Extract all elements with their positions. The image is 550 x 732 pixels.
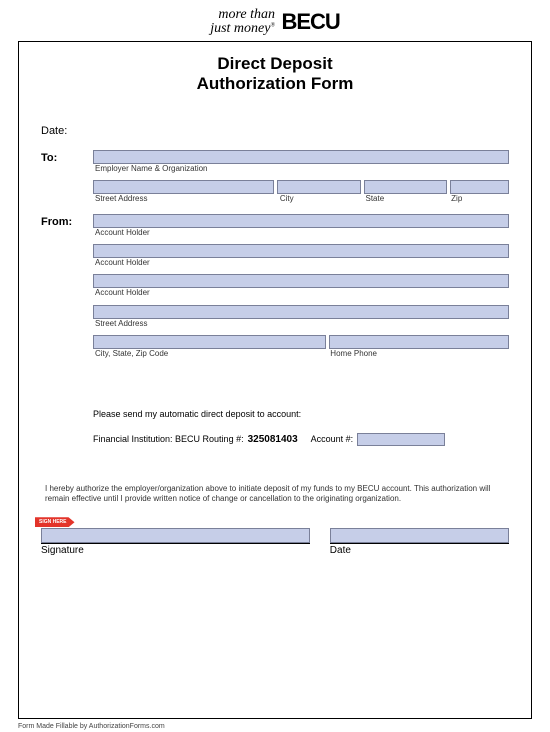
sig-date-input[interactable]: [330, 528, 509, 543]
tagline: more than just money®: [210, 8, 275, 36]
account-number-input[interactable]: [357, 433, 445, 446]
to-state-input[interactable]: [364, 180, 447, 194]
to-row: To: Employer Name & Organization Street …: [41, 150, 509, 211]
to-state-sublabel: State: [366, 194, 449, 204]
becu-logo: BECU: [281, 9, 339, 35]
title-line1: Direct Deposit: [41, 54, 509, 74]
signature-label: Signature: [41, 543, 310, 556]
account-holder-2-sublabel: Account Holder: [93, 258, 509, 268]
tagline-line1: more than: [218, 7, 275, 22]
account-holder-3-sublabel: Account Holder: [93, 288, 509, 298]
from-label: From:: [41, 214, 93, 228]
sign-here-tag-wrap: SIGN HERE: [41, 510, 509, 528]
to-zip-sublabel: Zip: [451, 194, 509, 204]
from-phone-input[interactable]: [329, 335, 509, 349]
account-holder-2-input[interactable]: [93, 244, 509, 258]
date-label: Date:: [41, 123, 93, 137]
to-street-sublabel: Street Address: [95, 194, 277, 204]
routing-number: 325081403: [248, 434, 298, 445]
authorization-text: I hereby authorize the employer/organiza…: [45, 484, 505, 505]
account-holder-3-input[interactable]: [93, 274, 509, 288]
fin-prefix: Financial Institution: BECU Routing #:: [93, 434, 244, 444]
from-row: From: Account Holder Account Holder Acco…: [41, 214, 509, 366]
account-holder-1-input[interactable]: [93, 214, 509, 228]
signature-input[interactable]: [41, 528, 310, 543]
date-row: Date:: [41, 123, 509, 137]
form-container: Direct Deposit Authorization Form Date: …: [18, 41, 532, 719]
account-label: Account #:: [311, 434, 354, 444]
to-city-input[interactable]: [277, 180, 360, 194]
from-street-sublabel: Street Address: [93, 319, 509, 329]
account-holder-1-sublabel: Account Holder: [93, 228, 509, 238]
header-tagline-wrap: more than just money® BECU: [0, 0, 550, 41]
signature-row: Signature Date: [41, 528, 509, 556]
employer-input[interactable]: [93, 150, 509, 164]
financial-line: Financial Institution: BECU Routing #: 3…: [93, 433, 509, 446]
title-line2: Authorization Form: [41, 74, 509, 94]
from-phone-sublabel: Home Phone: [330, 349, 509, 359]
sign-here-tag: SIGN HERE: [35, 517, 75, 527]
tagline-line2: just money: [210, 21, 270, 36]
instruction-text: Please send my automatic direct deposit …: [93, 409, 509, 419]
footer-note: Form Made Fillable by AuthorizationForms…: [18, 723, 550, 730]
from-csz-input[interactable]: [93, 335, 326, 349]
to-zip-input[interactable]: [450, 180, 509, 194]
to-city-sublabel: City: [280, 194, 363, 204]
from-street-input[interactable]: [93, 305, 509, 319]
from-csz-sublabel: City, State, Zip Code: [95, 349, 327, 359]
sig-date-label: Date: [330, 543, 509, 556]
to-street-input[interactable]: [93, 180, 274, 194]
employer-sublabel: Employer Name & Organization: [93, 164, 509, 174]
form-title: Direct Deposit Authorization Form: [41, 54, 509, 95]
to-label: To:: [41, 150, 93, 164]
